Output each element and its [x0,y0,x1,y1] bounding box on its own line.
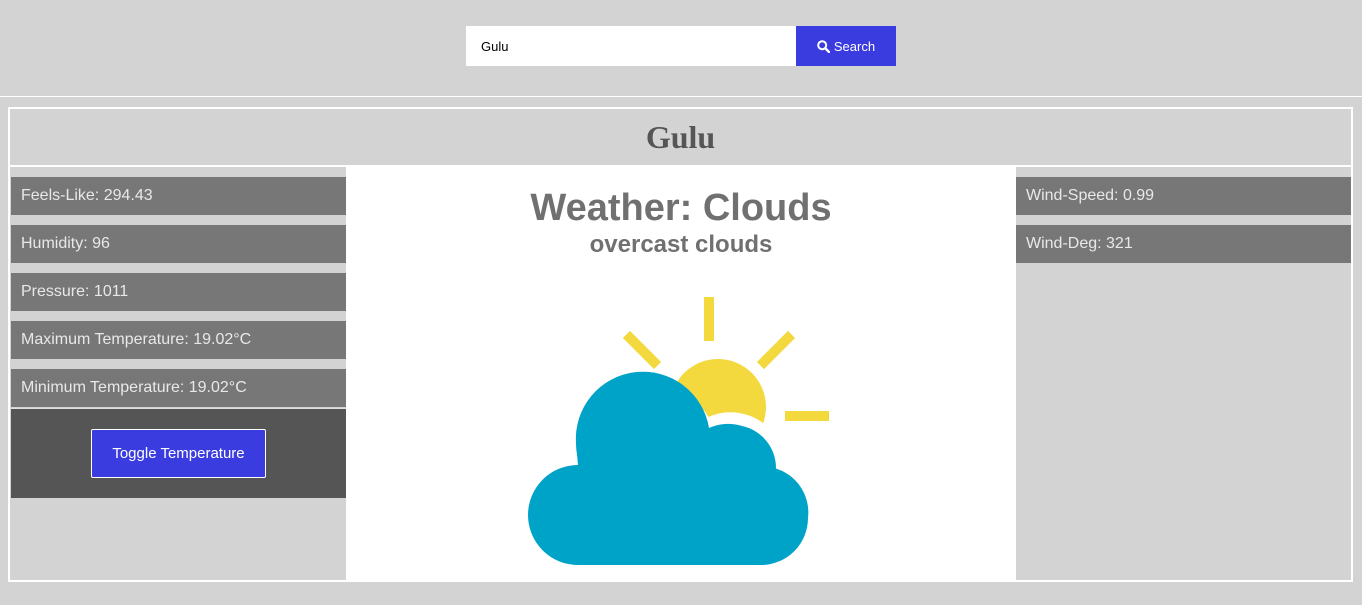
humidity-stat: Humidity: 96 [11,225,346,263]
left-stats-column: Feels-Like: 294.43 Humidity: 96 Pressure… [11,167,346,498]
divider [0,96,1362,97]
pressure-stat: Pressure: 1011 [11,273,346,311]
sun-behind-cloud-icon [528,297,829,568]
weather-description: overcast clouds [589,231,773,258]
search-input[interactable] [466,26,796,66]
search-bar: Search [466,26,896,66]
search-button[interactable]: Search [796,26,896,66]
right-stats-column: Wind-Speed: 0.99 Wind-Deg: 321 [1016,167,1351,263]
search-icon [817,39,830,53]
wind-deg-stat: Wind-Deg: 321 [1016,225,1351,263]
wind-speed-stat: Wind-Speed: 0.99 [1016,177,1351,215]
toggle-area: Toggle Temperature [11,408,346,498]
weather-panel: Gulu Feels-Like: 294.43 Humidity: 96 Pre… [8,107,1353,582]
weather-main: Weather: Clouds [530,187,832,229]
min-temperature-stat: Minimum Temperature: 19.02°C [11,369,346,407]
max-temperature-stat: Maximum Temperature: 19.02°C [11,321,346,359]
weather-summary: Weather: Clouds overcast clouds [346,167,1016,580]
search-button-label: Search [833,38,876,54]
toggle-temperature-button[interactable]: Toggle Temperature [91,429,266,478]
city-name: Gulu [645,118,716,155]
feels-like-stat: Feels-Like: 294.43 [11,177,346,215]
